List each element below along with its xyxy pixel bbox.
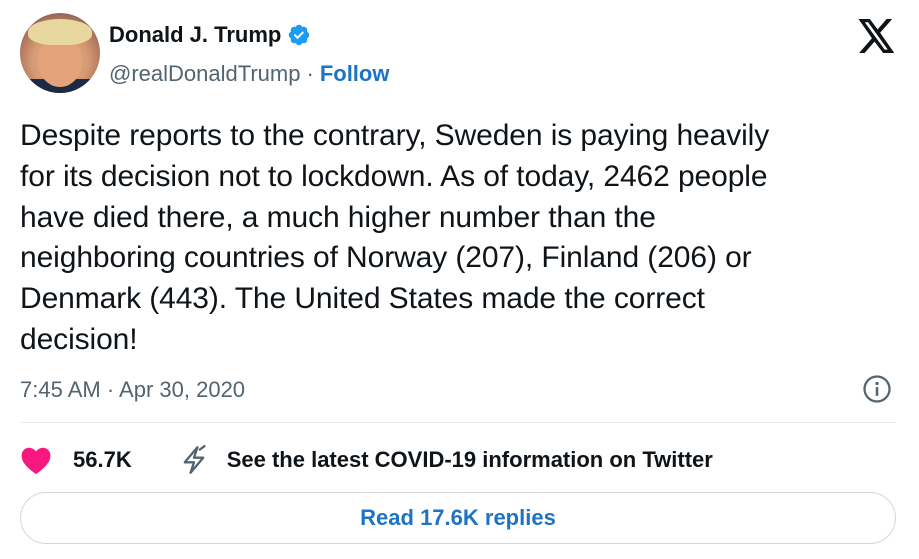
- author-handle-row: @realDonaldTrump · Follow: [109, 60, 389, 88]
- follow-button[interactable]: Follow: [320, 60, 390, 88]
- tweet-timestamp[interactable]: 7:45 AM · Apr 30, 2020: [20, 376, 245, 404]
- tweet-card: Donald J. Trump @realDonaldTrump · Follo…: [0, 0, 919, 559]
- author-handle[interactable]: @realDonaldTrump: [109, 60, 300, 88]
- covid-info-label: See the latest COVID-19 information on T…: [226, 447, 713, 472]
- heart-icon: [21, 447, 51, 475]
- divider: [20, 422, 896, 423]
- info-icon[interactable]: [862, 374, 892, 404]
- read-replies-button[interactable]: Read 17.6K replies: [20, 492, 896, 544]
- author-display-name[interactable]: Donald J. Trump: [109, 21, 281, 49]
- like-count: 56.7K: [73, 447, 132, 472]
- verified-badge-icon: [289, 24, 310, 46]
- avatar-hair: [28, 19, 92, 45]
- lightning-bolt-icon: [183, 445, 206, 474]
- covid-info-link[interactable]: See the latest COVID-19 information on T…: [180, 445, 713, 475]
- author-name-row: Donald J. Trump: [109, 21, 311, 49]
- tweet-text: Despite reports to the contrary, Sweden …: [20, 119, 770, 356]
- avatar[interactable]: [20, 13, 100, 93]
- handle-separator: ·: [306, 61, 314, 86]
- x-logo-icon[interactable]: [858, 19, 896, 53]
- action-bar: 56.7K See the latest COVID-19 informatio…: [20, 440, 713, 480]
- like-button[interactable]: 56.7K: [20, 445, 132, 475]
